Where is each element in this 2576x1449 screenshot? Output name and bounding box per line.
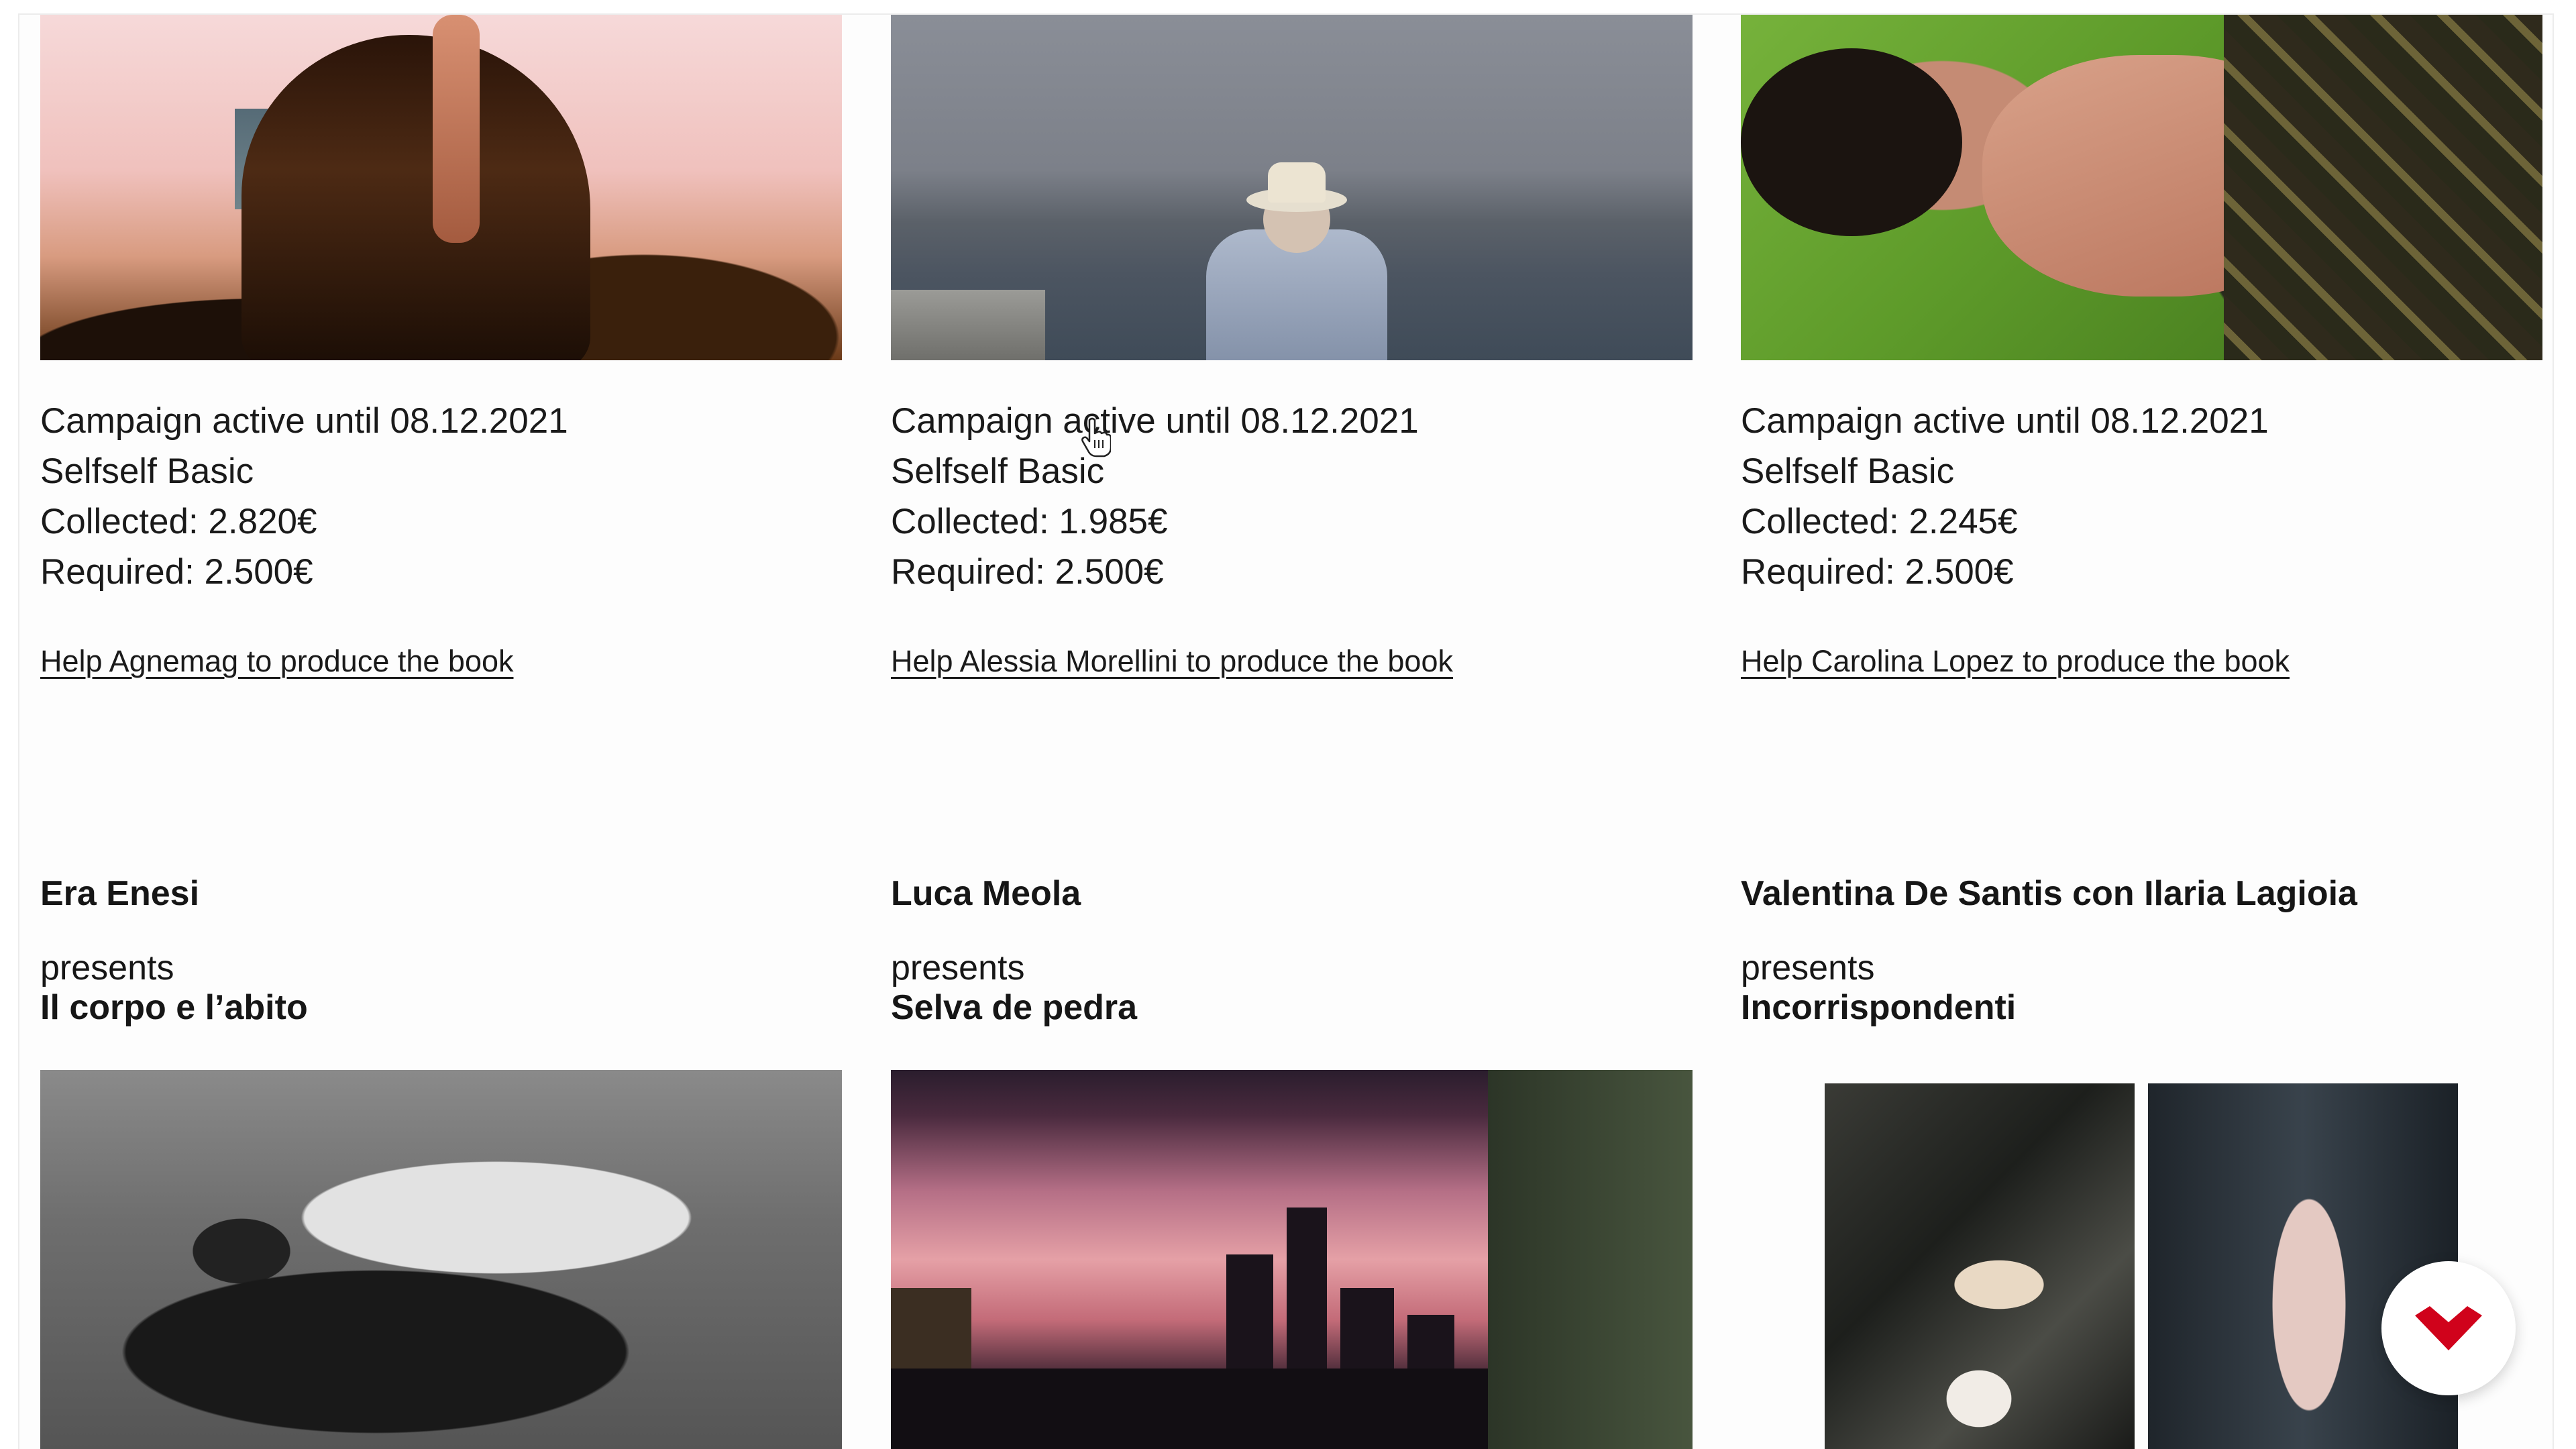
campaign-plan: Selfself Basic: [891, 451, 1105, 491]
campaign-info: Campaign active until 08.12.2021 Selfsel…: [40, 396, 568, 597]
chevron-heart-icon: [2415, 1306, 2482, 1350]
campaign-info: Campaign active until 08.12.2021 Selfsel…: [891, 396, 1419, 597]
book-cover-image-luca-meola[interactable]: [891, 1070, 1693, 1449]
project-author[interactable]: Era Enesi: [40, 873, 199, 914]
campaign-info: Campaign active until 08.12.2021 Selfsel…: [1741, 396, 2269, 597]
book-cover-image-carolina-lopez[interactable]: [1741, 15, 2542, 360]
book-title[interactable]: Il corpo e l’abito: [40, 987, 308, 1028]
campaign-plan: Selfself Basic: [1741, 451, 1955, 491]
campaign-plan: Selfself Basic: [40, 451, 254, 491]
book-cover-image-agnemag[interactable]: [40, 15, 842, 360]
campaign-status: Campaign active until 08.12.2021: [1741, 401, 2269, 441]
presents-label: presents: [40, 949, 174, 987]
campaign-required: Required: 2.500€: [40, 552, 313, 592]
book-cover-image-shells[interactable]: [1825, 1083, 2135, 1449]
book-title[interactable]: Incorrispondenti: [1741, 987, 2016, 1028]
help-produce-link[interactable]: Help Alessia Morellini to produce the bo…: [891, 644, 1453, 679]
project-author[interactable]: Valentina De Santis con Ilaria Lagioia: [1741, 873, 2357, 914]
presents-label: presents: [1741, 949, 1875, 987]
campaign-required: Required: 2.500€: [891, 552, 1164, 592]
book-title[interactable]: Selva de pedra: [891, 987, 1137, 1028]
campaign-required: Required: 2.500€: [1741, 552, 2014, 592]
campaign-status: Campaign active until 08.12.2021: [891, 401, 1419, 441]
book-cover-image-era-enesi[interactable]: [40, 1070, 842, 1449]
project-author[interactable]: Luca Meola: [891, 873, 1081, 914]
campaign-status: Campaign active until 08.12.2021: [40, 401, 568, 441]
book-cover-image-alessia-morellini[interactable]: [891, 15, 1693, 360]
campaign-collected: Collected: 1.985€: [891, 502, 1168, 541]
floating-brand-button[interactable]: [2381, 1261, 2516, 1395]
presents-label: presents: [891, 949, 1025, 987]
book-cover-image-hands[interactable]: [2148, 1083, 2458, 1449]
campaign-collected: Collected: 2.245€: [1741, 502, 2018, 541]
hand-pointer-icon: [1081, 417, 1111, 458]
campaign-collected: Collected: 2.820€: [40, 502, 317, 541]
help-produce-link[interactable]: Help Agnemag to produce the book: [40, 644, 514, 679]
help-produce-link[interactable]: Help Carolina Lopez to produce the book: [1741, 644, 2290, 679]
